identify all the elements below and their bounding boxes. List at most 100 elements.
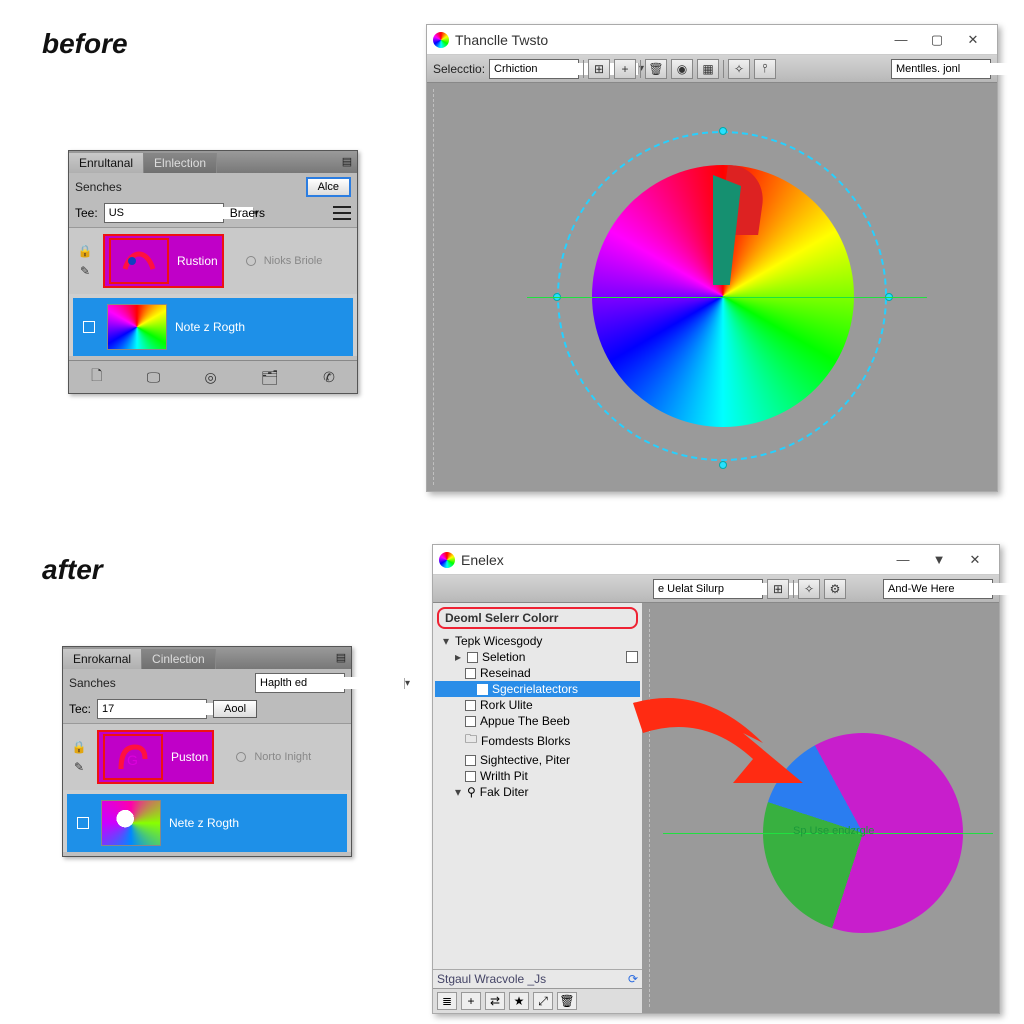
list-item[interactable]: 🔒 ✎ G Puston Norto Inight [63, 724, 351, 790]
swatches-label: Senches [75, 180, 122, 194]
list-icon[interactable]: ≣ [437, 992, 457, 1010]
filter-icon: ⚲ [467, 785, 476, 799]
tree-node[interactable]: Sightective, Piter [435, 752, 640, 768]
target-icon[interactable]: ◉ [671, 59, 693, 79]
menu-icon[interactable] [333, 206, 351, 220]
phone-icon[interactable]: ✆ [323, 369, 335, 386]
gear-icon[interactable]: ⚙ [824, 579, 846, 599]
canvas[interactable] [427, 83, 997, 491]
tree-node[interactable]: 🗀Fomdests Blorks [435, 729, 640, 752]
tree-toolbar: ≣ + ⇄ ★ ⤢ 🗑 [433, 988, 642, 1013]
list-item[interactable]: Nete z Rogth [67, 794, 347, 852]
guide-horizontal [527, 297, 927, 298]
tree-node[interactable]: Appue The Beeb [435, 713, 640, 729]
tab-elnlection[interactable]: Elnlection [144, 153, 217, 173]
plus-icon[interactable]: + [461, 992, 481, 1010]
tab-enrultanal[interactable]: Enrultanal [69, 153, 144, 173]
window-title: Thanclle Twsto [455, 32, 883, 48]
close-button[interactable]: ✕ [957, 546, 993, 574]
tab-enrokarnal[interactable]: Enrokarnal [63, 649, 142, 669]
tree-node[interactable]: ▾⚲Fak Diter [435, 784, 640, 800]
panel-after: Enrokarnal Cinlection ▤ Sanches ▾ Tec: ▾… [62, 646, 352, 857]
item-thumb [109, 238, 169, 284]
plus-icon[interactable]: + [614, 59, 636, 79]
grid-icon[interactable]: ▦ [697, 59, 719, 79]
item-sub: Nioks Briole [264, 255, 323, 267]
app-window-after: Enelex — ▼ ✕ ▾ ⊞ ✧ ⚙ ▾ Deoml Selerr Colo… [432, 544, 1000, 1014]
tree-node[interactable]: ▸Seletion [435, 649, 640, 665]
right-select[interactable]: ▾ [883, 579, 993, 599]
tree-title: Deoml Selerr Colorr [437, 607, 638, 629]
haplth-select[interactable]: ▾ [255, 673, 345, 693]
item-sub: Norto Inight [254, 751, 311, 763]
aool-button[interactable]: Aool [213, 700, 257, 718]
filter-button[interactable]: ▼ [921, 546, 957, 574]
screen-icon[interactable]: 🖵 [147, 369, 161, 386]
panel-menu-icon[interactable]: ▤ [333, 649, 349, 665]
item-label: Nete z Rogth [169, 816, 239, 830]
pie-label: Sp Use endzrgle [793, 825, 874, 837]
item-label: Rustion [177, 254, 218, 268]
tee-select[interactable]: ▾ [104, 203, 224, 223]
lock-icon: 🔒 [72, 740, 87, 754]
tee-label: Tee: [75, 206, 98, 220]
trash-icon[interactable]: 🗑 [557, 992, 577, 1010]
tec-select[interactable]: ▾ [97, 699, 207, 719]
right-select[interactable]: ▾ [891, 59, 991, 79]
haplth-value[interactable] [258, 677, 404, 689]
align-icon[interactable]: ⊞ [588, 59, 610, 79]
canvas[interactable]: Sp Use endzrgle [643, 603, 999, 1013]
alce-button[interactable]: Alce [306, 177, 351, 197]
tree-node-selected[interactable]: Sgecrielatectors [435, 681, 640, 697]
item-label: Note z Rogth [175, 320, 245, 334]
before-heading: before [42, 28, 128, 60]
star-icon[interactable]: ★ [509, 992, 529, 1010]
disc-icon[interactable]: ◎ [205, 369, 217, 386]
brush-icon: ✎ [80, 264, 90, 278]
tree-node[interactable]: Wrilth Pit [435, 768, 640, 784]
lock-icon: 🔒 [78, 244, 93, 258]
page-icon[interactable]: 🗋 [91, 365, 102, 389]
link-icon[interactable]: ⇄ [485, 992, 505, 1010]
item-thumb [107, 304, 167, 350]
mode-select[interactable]: ▾ [653, 579, 763, 599]
app-icon [433, 32, 449, 48]
window-title: Enelex [461, 552, 885, 568]
item-thumb: G [103, 734, 163, 780]
minimize-button[interactable]: — [883, 26, 919, 54]
minimize-button[interactable]: — [885, 546, 921, 574]
tree-node[interactable]: Rork Ulite [435, 697, 640, 713]
refresh-icon[interactable]: ⟳ [628, 972, 638, 986]
toolbar-label: Selecctio: [433, 62, 485, 76]
wand-icon[interactable]: ✧ [728, 59, 750, 79]
tab-cinlection[interactable]: Cinlection [142, 649, 216, 669]
panel-before: Enrultanal Elnlection ▤ Senches Alce Tee… [68, 150, 358, 394]
brush-icon: ✎ [74, 760, 84, 774]
folder-icon: 🗀 [465, 730, 477, 751]
right-value[interactable] [894, 63, 1024, 75]
expand-icon[interactable]: ⤢ [533, 992, 553, 1010]
tree-node[interactable]: Reseinad [435, 665, 640, 681]
tree-panel: Deoml Selerr Colorr ▾Tepk Wicesgody ▸Sel… [433, 603, 643, 1013]
tree-root[interactable]: ▾Tepk Wicesgody [435, 633, 640, 649]
panel-menu-icon[interactable]: ▤ [339, 153, 355, 169]
grid-icon[interactable]: ⊞ [767, 579, 789, 599]
stack-icon[interactable]: 🗂 [261, 369, 279, 386]
trash-icon[interactable]: 🗑 [645, 59, 667, 79]
maximize-button[interactable]: ▢ [919, 26, 955, 54]
handle-bottom[interactable] [719, 461, 727, 469]
status-text: Stgaul Wracvole _Js [437, 972, 546, 986]
right-value[interactable] [886, 583, 1024, 595]
close-button[interactable]: ✕ [955, 26, 991, 54]
svg-text:G: G [127, 752, 138, 768]
tec-label: Tec: [69, 702, 91, 716]
chart-icon[interactable]: ⫯ [754, 59, 776, 79]
braers-label: Braers [230, 206, 265, 220]
radio-icon[interactable] [246, 256, 256, 266]
list-item[interactable]: Note z Rogth [73, 298, 353, 356]
handle-top[interactable] [719, 127, 727, 135]
selection-select[interactable]: ▾ [489, 59, 579, 79]
list-item[interactable]: 🔒 ✎ Rustion Nioks Briole [69, 228, 357, 294]
wand-icon[interactable]: ✧ [798, 579, 820, 599]
radio-icon[interactable] [236, 752, 246, 762]
